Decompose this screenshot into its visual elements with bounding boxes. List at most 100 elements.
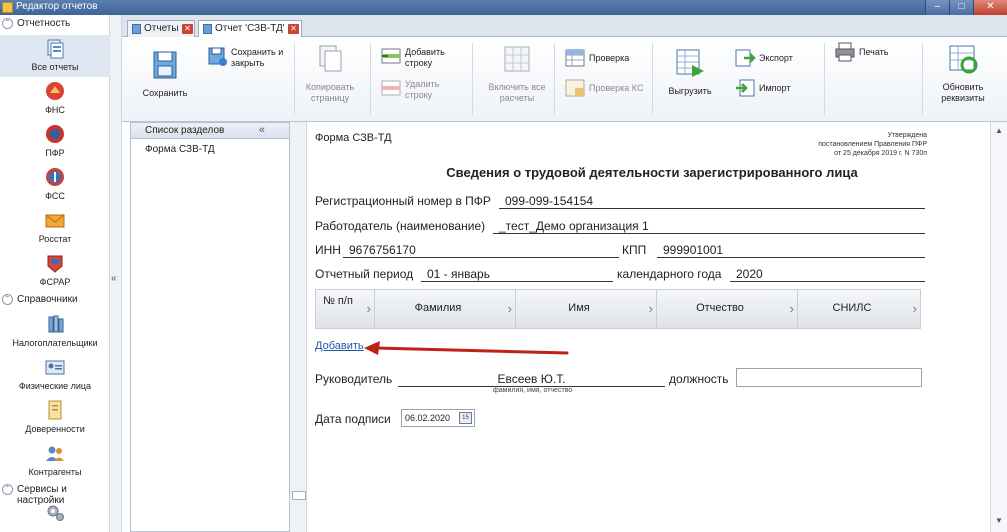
save-button[interactable]: Сохранить [142,49,188,99]
refresh-requisites-button[interactable]: Обновить реквизиты [934,43,992,104]
app-icon [2,2,13,13]
panel-splitter[interactable] [290,122,307,532]
chevron-right-icon: › [789,301,794,316]
delete-row-button[interactable]: Удалить строку [380,77,470,101]
minimize-button[interactable]: – [925,0,949,15]
reports-folder-icon [47,39,64,59]
period-label: Отчетный период [315,267,414,281]
check-button[interactable]: Проверка [564,47,654,71]
ribbon-separator [824,43,825,115]
nav-item-powers-of-attorney[interactable]: Доверенности [0,397,110,439]
contacts-icon [46,446,64,461]
nav-collapse-strip[interactable]: « [110,15,122,532]
approval-note: Утверждена постановлением Правления ПФР … [818,132,927,157]
nav-item-fss[interactable]: ФСС [0,164,110,206]
column-header-snils[interactable]: СНИЛС › [798,290,920,328]
ribbon-separator [554,43,555,115]
id-card-icon [45,360,65,375]
check-ks-button[interactable]: Проверка КС [564,77,664,101]
column-header-number[interactable]: № п/п › [316,290,375,328]
import-button[interactable]: Импорт [734,77,814,101]
period-field[interactable]: 01 - январь [421,267,613,282]
calendar-icon[interactable]: 15 [459,412,472,424]
form-title: Сведения о трудовой деятельности зарегис… [446,165,858,180]
tab-close-icon[interactable]: ✕ [182,24,193,34]
chevron-up-icon: ˆ [2,18,13,29]
gears-icon [47,505,64,521]
chevron-up-icon: ˆ [2,484,13,495]
rosstat-envelope-icon [45,214,65,228]
reg-number-field[interactable]: 099-099-154154 [499,194,925,209]
chevron-right-icon: › [648,301,653,316]
column-header-patronymic[interactable]: Отчество › [657,290,798,328]
inn-field[interactable]: 9676756170 [343,243,619,258]
ribbon-separator [472,43,473,115]
splitter-thumb[interactable] [292,491,306,500]
year-field[interactable]: 2020 [730,267,925,282]
tab-reports[interactable]: Отчеты ✕ [127,20,195,37]
upload-button[interactable]: Выгрузить [662,47,718,97]
sections-panel: Список разделов « Форма СЗВ-ТД [130,122,290,532]
ribbon-separator [294,43,295,115]
nav-group-directories[interactable]: ˆ Справочники [0,292,110,308]
form-name: Форма СЗВ-ТД [315,132,392,144]
save-and-close-button[interactable]: Сохранить и закрыть [206,45,296,71]
save-close-icon [208,47,227,66]
add-row-button[interactable]: Добавить строку [380,45,470,69]
column-header-name[interactable]: Имя › [516,290,657,328]
copy-page-button[interactable]: Копировать страницу [302,43,358,104]
sections-header: Список разделов « [131,123,289,139]
import-icon [736,79,755,97]
export-button[interactable]: Экспорт [734,47,814,71]
sign-date-picker[interactable]: 06.02.2020 15 [401,409,475,427]
tab-szv-td-report[interactable]: Отчет 'СЗВ-ТД' ✕ [198,20,302,38]
position-label: должность [669,372,729,386]
nav-item-individuals[interactable]: Физические лица [0,354,110,396]
fsrar-emblem-icon [47,255,63,273]
section-item-szv-td[interactable]: Форма СЗВ-ТД [131,139,289,155]
printer-icon [835,42,855,62]
upload-table-icon [676,49,704,77]
nav-item-pfr[interactable]: ПФР [0,121,110,163]
nav-item-all-reports[interactable]: Все отчеты [0,35,110,77]
refresh-table-icon [949,45,978,74]
report-form: Форма СЗВ-ТД Утверждена постановлением П… [307,122,997,532]
print-button[interactable]: Печать [834,41,914,65]
kpp-field[interactable]: 999901001 [657,243,925,258]
chevron-up-icon: ˆ [2,294,13,305]
include-all-calculations-button[interactable]: Включить все расчеты [480,43,554,104]
kpp-label: КПП [622,243,647,257]
position-input[interactable] [736,368,922,387]
scroll-down-icon[interactable]: ▼ [993,516,1005,528]
head-field[interactable]: Евсеев Ю.Т. [398,372,665,387]
close-button[interactable]: ✕ [973,0,1007,15]
column-header-surname[interactable]: Фамилия › [375,290,516,328]
delete-row-icon [381,80,401,96]
chevron-right-icon: › [912,301,917,316]
fns-emblem-icon [46,82,64,100]
nav-group-reporting[interactable]: ˆ Отчетность [0,16,110,32]
add-employee-link[interactable]: Добавить [315,340,364,352]
document-icon [48,400,62,420]
nav-group-services[interactable]: ˆ Сервисы и настройки [0,482,110,506]
document-scrollbar[interactable]: ▲ ▼ [990,122,1007,532]
collapse-panel-icon[interactable]: « [259,124,265,136]
nav-item-contractors[interactable]: Контрагенты [0,440,110,482]
employer-field[interactable]: _тест_Демо организация 1 [493,219,925,234]
nav-item-taxpayers[interactable]: Налогоплательщики [0,311,110,353]
maximize-button[interactable]: □ [949,0,973,15]
calculations-grid-icon [504,46,530,72]
employees-table-header: № п/п › Фамилия › Имя › Отчество › СНИЛС… [315,289,921,329]
nav-item-fns[interactable]: ФНС [0,78,110,120]
ribbon-separator [922,43,923,115]
annotation-arrow [364,341,569,355]
nav-item-fsrar[interactable]: ФСРАР [0,250,110,292]
chevron-right-icon: › [366,301,371,316]
year-label: календарного года [617,267,722,281]
nav-item-settings[interactable] [0,499,110,529]
floppy-disk-icon [153,51,177,79]
tab-close-icon[interactable]: ✕ [288,24,299,34]
scroll-up-icon[interactable]: ▲ [993,126,1005,138]
nav-item-rosstat[interactable]: Росстат [0,207,110,249]
employer-label: Работодатель (наименование) [315,219,486,233]
